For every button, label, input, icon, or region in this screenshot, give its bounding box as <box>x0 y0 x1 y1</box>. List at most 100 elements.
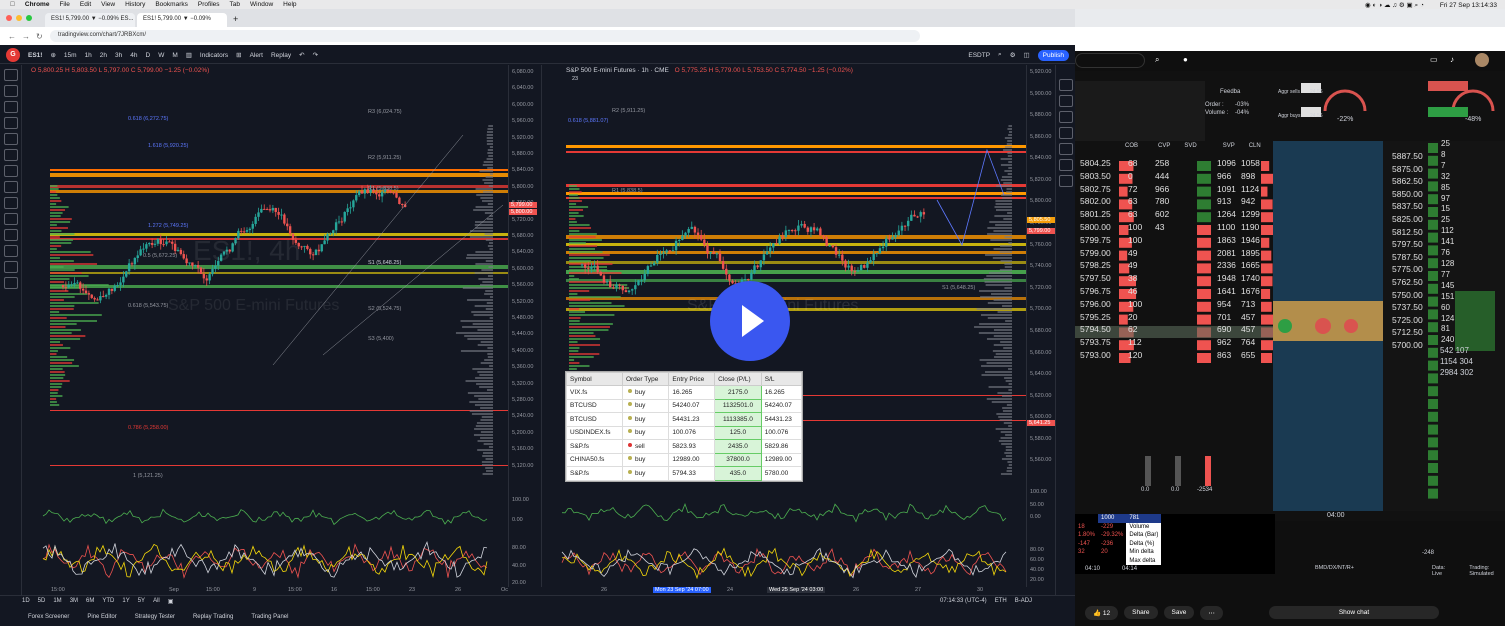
menu-file[interactable]: File <box>59 1 69 8</box>
range-5d[interactable]: 5D <box>38 598 46 605</box>
zoom-window-icon[interactable] <box>26 15 32 21</box>
ideas-icon[interactable] <box>1058 127 1073 139</box>
minimize-window-icon[interactable] <box>16 15 22 21</box>
right-time-axis[interactable]: 26 Mon 23 Sep '24 07:00 24 Wed 25 Sep '2… <box>541 587 1026 595</box>
browser-tab-2[interactable]: ES1! 5,799.00 ▼ −0.09% <box>137 13 227 27</box>
menu-view[interactable]: View <box>101 1 115 8</box>
interval-w[interactable]: W <box>158 52 164 59</box>
video-play-button[interactable] <box>710 281 790 361</box>
pattern-tool-icon[interactable] <box>3 117 18 129</box>
right-symbol[interactable]: ESDTP <box>968 52 990 59</box>
crosshair-tool-icon[interactable] <box>3 69 18 81</box>
undo-icon[interactable]: ↶ <box>299 51 304 59</box>
layers-icon[interactable] <box>1058 111 1073 123</box>
order-row[interactable]: S&P.fs buy 5794.33 435.0 5780.00 <box>566 466 803 481</box>
adj-toggle[interactable]: B-ADJ <box>1015 598 1032 604</box>
alerts-icon[interactable] <box>1058 95 1073 107</box>
interval-3h[interactable]: 3h <box>115 52 122 59</box>
notifications-icon[interactable] <box>1058 175 1073 187</box>
order-row[interactable]: VIX.fs buy 16.265 2175.0 16.265 <box>566 385 803 400</box>
calendar-range-icon[interactable]: ▣ <box>168 598 174 605</box>
order-row[interactable]: USDINDEX.fs buy 100.076 125.0 100.076 <box>566 425 803 440</box>
zoom-tool-icon[interactable] <box>3 213 18 225</box>
brush-tool-icon[interactable] <box>3 149 18 161</box>
search-icon[interactable]: ⌕ <box>998 51 1002 59</box>
apple-menu-icon[interactable]:  <box>10 1 15 8</box>
chat-icon[interactable] <box>1058 143 1073 155</box>
avatar[interactable] <box>1475 53 1489 67</box>
interval-d[interactable]: D <box>146 52 151 59</box>
left-time-axis[interactable]: 15:00 Sep 15:00 9 15:00 16 15:00 23 26 O… <box>23 587 508 595</box>
order-row[interactable]: BTCUSD buy 54240.07 1132501.0 54240.07 <box>566 398 803 413</box>
magnet-tool-icon[interactable] <box>3 229 18 241</box>
left-oscillator-pane[interactable] <box>23 495 508 587</box>
range-ytd[interactable]: YTD <box>102 598 114 605</box>
left-chart-canvas[interactable] <box>23 65 508 495</box>
range-all[interactable]: All <box>153 598 160 605</box>
yt-search-input[interactable] <box>1075 53 1145 68</box>
tab-forex-screener[interactable]: Forex Screener <box>28 614 69 620</box>
projection-tool-icon[interactable] <box>3 133 18 145</box>
menu-profiles[interactable]: Profiles <box>198 1 220 8</box>
emoji-tool-icon[interactable] <box>3 181 18 193</box>
search-icon[interactable]: ⌕ <box>1155 55 1159 65</box>
url-input[interactable]: tradingview.com/chart/7JRBXcm/ <box>50 30 920 42</box>
camera-icon[interactable]: ◫ <box>1024 51 1030 59</box>
reload-icon[interactable]: ↻ <box>36 32 43 41</box>
layout-icon[interactable]: ⊞ <box>236 51 241 59</box>
browser-tab-1[interactable]: ES1! 5,799.00 ▼ −0.09% ES... <box>45 13 135 27</box>
bell-icon[interactable]: ♪ <box>1450 55 1454 64</box>
menu-window[interactable]: Window <box>250 1 273 8</box>
interval-15m[interactable]: 15m <box>64 52 77 59</box>
lock-tool-icon[interactable] <box>3 245 18 257</box>
range-3m[interactable]: 3M <box>70 598 78 605</box>
range-6m[interactable]: 6M <box>86 598 94 605</box>
eye-tool-icon[interactable] <box>3 261 18 273</box>
tab-trading-panel[interactable]: Trading Panel <box>251 614 288 620</box>
save-button[interactable]: Save <box>1163 606 1195 619</box>
order-row[interactable]: S&P.fs sell 5823.93 2435.0 5829.86 <box>566 439 803 454</box>
settings-icon[interactable]: ⚙ <box>1010 51 1016 59</box>
show-chat-button[interactable]: Show chat <box>1268 606 1440 619</box>
replay-button[interactable]: Replay <box>271 52 291 59</box>
interval-m[interactable]: M <box>172 52 177 59</box>
menu-history[interactable]: History <box>125 1 145 8</box>
menu-chrome[interactable]: Chrome <box>25 1 50 8</box>
menu-edit[interactable]: Edit <box>80 1 91 8</box>
close-window-icon[interactable] <box>6 15 12 21</box>
right-price-axis[interactable]: 5,920.00 5,900.00 5,880.00 5,860.00 5,840.00… <box>1026 65 1055 485</box>
range-1d[interactable]: 1D <box>22 598 30 605</box>
order-row[interactable]: CHINA50.fs buy 12989.00 37800.0 12989.00 <box>566 452 803 467</box>
trendline-tool-icon[interactable] <box>3 85 18 97</box>
right-oscillator-pane[interactable] <box>541 485 1026 587</box>
back-icon[interactable]: ← <box>8 32 16 41</box>
range-1m[interactable]: 1M <box>53 598 61 605</box>
tab-strategy-tester[interactable]: Strategy Tester <box>135 614 175 620</box>
like-button[interactable]: 👍 12 <box>1085 605 1119 620</box>
new-tab-icon[interactable]: + <box>229 14 238 27</box>
utc-clock[interactable]: 07:14:33 (UTC-4) <box>940 598 987 604</box>
watchlist-icon[interactable] <box>1058 79 1073 91</box>
symbol-search[interactable]: ES1! <box>28 52 42 59</box>
fib-tool-icon[interactable] <box>3 101 18 113</box>
measure-tool-icon[interactable] <box>3 197 18 209</box>
menu-help[interactable]: Help <box>283 1 296 8</box>
text-tool-icon[interactable] <box>3 165 18 177</box>
interval-2h[interactable]: 2h <box>100 52 107 59</box>
tv-logo[interactable]: G <box>6 48 20 62</box>
menu-bookmarks[interactable]: Bookmarks <box>155 1 188 8</box>
calendar-icon[interactable] <box>1058 159 1073 171</box>
right-chart-title[interactable]: S&P 500 E-mini Futures · 1h · CME <box>566 67 669 74</box>
publish-button[interactable]: Publish <box>1037 49 1069 61</box>
interval-1h[interactable]: 1h <box>85 52 92 59</box>
alert-button[interactable]: Alert <box>250 52 263 59</box>
more-icon[interactable]: ⋯ <box>1200 605 1223 620</box>
mic-icon[interactable]: ● <box>1183 55 1188 64</box>
candles-icon[interactable]: ▥ <box>186 51 192 59</box>
indicators-button[interactable]: Indicators <box>200 52 228 59</box>
tab-pine-editor[interactable]: Pine Editor <box>87 614 116 620</box>
redo-icon[interactable]: ↷ <box>313 51 318 59</box>
left-price-axis[interactable]: 6,080.00 6,040.00 6,000.00 5,960.00 5,920.00… <box>508 65 540 495</box>
order-row[interactable]: BTCUSD buy 54431.23 1113385.0 54431.23 <box>566 412 803 427</box>
menu-tab[interactable]: Tab <box>230 1 240 8</box>
